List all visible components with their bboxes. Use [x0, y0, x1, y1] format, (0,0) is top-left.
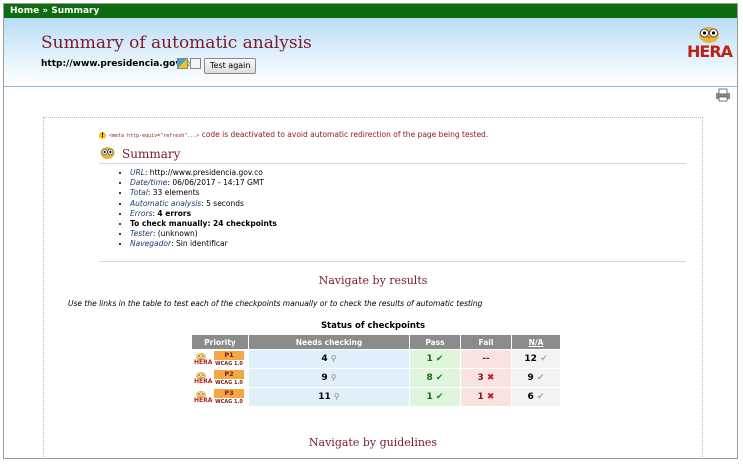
badge-hera-text: HERA: [194, 396, 213, 404]
refresh-warning: ! <meta http-equiv="refresh"...> code is …: [99, 130, 488, 139]
priority-level: P1: [214, 350, 244, 360]
priority-cell: HERA P1 WCAG 1.0: [191, 349, 249, 369]
magnifier-icon: ⚲: [333, 392, 340, 401]
breadcrumb-separator: »: [39, 6, 52, 16]
page-source-icon[interactable]: [190, 58, 201, 69]
grey-check-icon: ✔: [540, 354, 548, 364]
badge-wcag-text: WCAG 1.0: [215, 379, 243, 386]
instructions-text: Use the links in the table to test each …: [68, 299, 483, 308]
check-icon: ✔: [435, 354, 444, 364]
page-header: Summary of automatic analysis http://www…: [4, 18, 737, 87]
page-frame: Home » Summary Summary of automatic anal…: [3, 3, 738, 459]
priority-badge: HERA P1 WCAG 1.0: [194, 350, 246, 368]
grey-check-icon: ✔: [536, 392, 545, 402]
table-caption: Status of checkpoints: [320, 321, 426, 331]
header-priority: Priority: [191, 334, 249, 350]
warning-code: <meta http-equiv="refresh"...>: [109, 133, 200, 139]
summary-item-errors: Errors: 4 errors: [130, 209, 277, 219]
header-needs-checking: Needs checking: [248, 334, 410, 350]
priority-level: P3: [214, 388, 244, 398]
priority-cell: HERA P2 WCAG 1.0: [191, 368, 249, 388]
checkpoints-table: Priority Needs checking Pass Fail N/A HE…: [191, 334, 561, 407]
magnifier-icon: ⚲: [330, 373, 337, 382]
page-title: Summary of automatic analysis: [41, 33, 312, 53]
check-icon: ✔: [435, 373, 444, 383]
cross-icon: ✖: [486, 373, 495, 383]
warning-icon: !: [99, 131, 106, 139]
breadcrumb-home-link[interactable]: Home: [10, 6, 39, 16]
needs-checking-cell[interactable]: 11 ⚲: [248, 387, 410, 407]
cross-icon: ✖: [486, 392, 495, 402]
table-header-row: Priority Needs checking Pass Fail N/A: [191, 334, 561, 350]
grey-check-icon: ✔: [536, 373, 545, 383]
summary-item-browser: Navegador: Sin identificar: [130, 239, 277, 249]
summary-item-manual-checks: To check manually: 24 checkpoints: [130, 219, 277, 229]
test-again-button[interactable]: Test again: [204, 58, 257, 74]
badge-wcag-text: WCAG 1.0: [215, 398, 243, 405]
breadcrumb: Home » Summary: [4, 4, 737, 18]
analyzed-url: http://www.presidencia.gov.co: [41, 59, 196, 69]
hera-logo[interactable]: HERA: [687, 24, 733, 64]
header-fail: Fail: [460, 334, 512, 350]
summary-heading: Summary: [122, 147, 181, 161]
na-cell[interactable]: 6 ✔: [511, 387, 561, 407]
summary-divider: [99, 163, 686, 164]
header-pass: Pass: [409, 334, 461, 350]
badge-hera-text: HERA: [194, 377, 213, 385]
summary-item-analysis-time: Automatic analysis: 5 seconds: [130, 199, 277, 209]
table-row: HERA P1 WCAG 1.0 4 ⚲ 1 ✔ -- 12 ✔: [191, 349, 561, 369]
summary-item-tester: Tester: (unknown): [130, 229, 277, 239]
fail-cell: --: [460, 349, 512, 369]
fail-cell[interactable]: 1 ✖: [460, 387, 512, 407]
summary-bottom-divider: [99, 261, 686, 262]
summary-item-datetime: Date/time: 06/06/2017 - 14:17 GMT: [130, 178, 277, 188]
pass-cell[interactable]: 1 ✔: [409, 387, 461, 407]
fail-cell[interactable]: 3 ✖: [460, 368, 512, 388]
needs-checking-cell[interactable]: 4 ⚲: [248, 349, 410, 369]
priority-badge: HERA P3 WCAG 1.0: [194, 388, 246, 406]
priority-level: P2: [214, 369, 244, 379]
owl-logo-icon: [699, 27, 719, 43]
header-na[interactable]: N/A: [511, 334, 561, 350]
badge-hera-text: HERA: [194, 358, 213, 366]
report-content: ! <meta http-equiv="refresh"...> code is …: [43, 117, 703, 458]
needs-checking-cell[interactable]: 9 ⚲: [248, 368, 410, 388]
magnifier-icon: ⚲: [330, 354, 337, 363]
browser-preview-icon[interactable]: [177, 58, 188, 69]
na-cell[interactable]: 12 ✔: [511, 349, 561, 369]
priority-badge: HERA P2 WCAG 1.0: [194, 369, 246, 387]
table-row: HERA P2 WCAG 1.0 9 ⚲ 8 ✔ 3 ✖ 9 ✔: [191, 368, 561, 388]
hera-logo-text: HERA: [687, 42, 733, 61]
summary-owl-icon: [100, 147, 115, 159]
summary-list: URL: http://www.presidencia.gov.co Date/…: [118, 168, 277, 250]
breadcrumb-current: Summary: [51, 6, 100, 16]
summary-item-url: URL: http://www.presidencia.gov.co: [130, 168, 277, 178]
warning-text: code is deactivated to avoid automatic r…: [199, 130, 489, 139]
pass-cell[interactable]: 1 ✔: [409, 349, 461, 369]
pass-cell[interactable]: 8 ✔: [409, 368, 461, 388]
navigate-by-results-heading: Navigate by results: [318, 274, 428, 287]
check-icon: ✔: [435, 392, 444, 402]
priority-cell: HERA P3 WCAG 1.0: [191, 387, 249, 407]
summary-item-total: Total: 33 elements: [130, 188, 277, 198]
navigate-by-guidelines-heading: Navigate by guidelines: [308, 436, 438, 449]
badge-wcag-text: WCAG 1.0: [215, 360, 243, 367]
printer-icon[interactable]: [715, 88, 731, 102]
na-cell[interactable]: 9 ✔: [511, 368, 561, 388]
table-row: HERA P3 WCAG 1.0 11 ⚲ 1 ✔ 1 ✖ 6 ✔: [191, 387, 561, 407]
